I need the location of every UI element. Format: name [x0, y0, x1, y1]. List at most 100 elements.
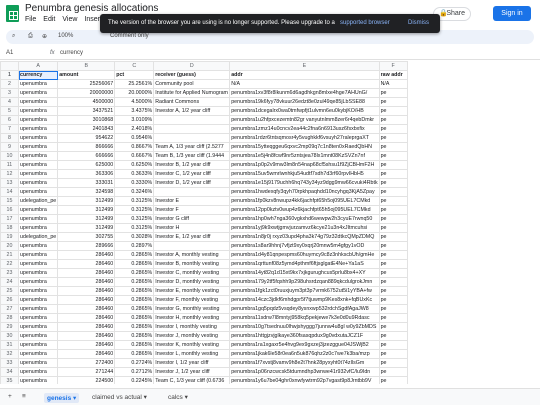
dismiss-button[interactable]: Dismiss [408, 14, 429, 33]
table-cell[interactable]: upenumbra [17, 97, 59, 107]
table-cell[interactable]: penumbra1zmz14u0cncv2ea44c2fna6n6913usz6… [229, 124, 380, 134]
table-cell[interactable]: pe [378, 196, 408, 206]
table-cell[interactable]: penumbra1e5j4n8fcwf9nr5zntsjea78lx1mnt08… [229, 151, 380, 161]
table-cell[interactable]: 286460 [57, 259, 116, 269]
table-cell[interactable]: upenumbra [17, 160, 59, 170]
table-cell[interactable]: 286460 [57, 277, 116, 287]
table-cell[interactable]: 0.2897% [114, 241, 155, 251]
table-cell[interactable]: Investor E, monthly vesting [153, 286, 231, 296]
row-number[interactable]: 13 [0, 178, 19, 188]
table-cell[interactable]: Investor D, monthly vesting [153, 277, 231, 287]
table-cell[interactable]: penumbra19k6fyy78vkuur26edzt8e0zul49qe85… [229, 97, 380, 107]
row-number[interactable]: 21 [0, 250, 19, 260]
table-cell[interactable]: 666666 [57, 151, 116, 161]
row-number[interactable]: 16 [0, 205, 19, 215]
table-cell[interactable]: pe [378, 367, 408, 377]
column-title-cell[interactable]: addr [229, 70, 380, 80]
table-cell[interactable]: penumbra1dcegalrx0wa0tmfwpfjt1ulvmn6eu0k… [229, 106, 380, 116]
table-cell[interactable]: upenumbra [17, 79, 59, 89]
table-cell[interactable]: 0.2712% [114, 367, 155, 377]
table-cell[interactable]: pe [378, 169, 408, 179]
row-number[interactable]: 28 [0, 313, 19, 323]
table-cell[interactable]: penumbra1gq5pqdz5vsqdey8ysnxwp532rdchSgd… [229, 304, 380, 314]
table-cell[interactable]: pe [378, 133, 408, 143]
table-cell[interactable]: Investor D, 1/2 year cliff [153, 178, 231, 188]
sheet-grid[interactable]: ABCDEF 1 currency amount pct receiver (guess… [0, 61, 540, 384]
table-cell[interactable]: 0.6667% [114, 151, 155, 161]
table-cell[interactable]: upenumbra [17, 88, 59, 98]
table-cell[interactable]: penumbra1d4y81qnpespms60huymcy9c8z3nhksc… [229, 250, 380, 260]
table-cell[interactable]: Team A, 1/3 year cliff (2.5277 [153, 142, 231, 152]
table-cell[interactable]: pe [378, 322, 408, 332]
table-cell[interactable]: 25.2561% [114, 79, 155, 89]
table-cell[interactable]: penumbra179y2tf5fqshh9p298uhsrdzqan889qk… [229, 277, 380, 287]
table-cell[interactable]: Team B, 1/3 year cliff (1.9444 [153, 151, 231, 161]
table-cell[interactable]: 0.3246% [114, 187, 155, 197]
column-header[interactable]: A [17, 61, 59, 71]
table-cell[interactable]: 286460 [57, 295, 116, 305]
table-cell[interactable]: 286460 [57, 268, 116, 278]
row-number[interactable]: 35 [0, 376, 19, 384]
table-cell[interactable] [153, 241, 231, 251]
row-number[interactable]: 22 [0, 259, 19, 269]
table-cell[interactable]: upenumbra [17, 223, 59, 233]
row-number[interactable]: 17 [0, 214, 19, 224]
menu-item[interactable]: File [25, 16, 36, 26]
table-cell[interactable]: penumbra1fp0kzv8nwupz4kk6jachfpt65h5oj09… [229, 196, 380, 206]
table-cell[interactable]: upenumbra [17, 241, 59, 251]
table-cell[interactable]: upenumbra [17, 286, 59, 296]
table-cell[interactable]: 312499 [57, 214, 116, 224]
table-cell[interactable]: penumbra11sdrw7l8mntyj958kq5pekjewe7k3e0… [229, 313, 380, 323]
table-cell[interactable]: penumbra1p06nzcwcsk5tdumndhp3wnwe41r932v… [229, 367, 380, 377]
add-sheet-icon[interactable]: + [8, 393, 12, 400]
table-cell[interactable]: pe [378, 268, 408, 278]
table-cell[interactable]: penumbra1f7xvstj8vamv9h8e2t7hnk28pyxyht0… [229, 358, 380, 368]
table-cell[interactable]: 286460 [57, 286, 116, 296]
table-cell[interactable]: pe [378, 142, 408, 152]
table-cell[interactable]: 0.6250% [114, 160, 155, 170]
table-cell[interactable]: pe [378, 124, 408, 134]
row-number[interactable]: 23 [0, 268, 19, 278]
menu-item[interactable]: View [62, 16, 77, 26]
table-cell[interactable]: Investor H, monthly vesting [153, 313, 231, 323]
table-cell[interactable]: penumbra1rdzr6tntsqmosr4y5vughkkf6vsuyh2… [229, 133, 380, 143]
table-cell[interactable]: pe [378, 178, 408, 188]
table-cell[interactable]: 0.3125% [114, 205, 155, 215]
table-cell[interactable]: pe [378, 88, 408, 98]
table-cell[interactable]: Investor I, 1/2 year cliff [153, 358, 231, 368]
table-cell[interactable]: penumbra14yt82q1d15xt9kx7xjkgurughcus5pr… [229, 268, 380, 278]
table-cell[interactable]: pe [378, 259, 408, 269]
table-cell[interactable]: pe [378, 349, 408, 359]
star-icon[interactable]: ☆ [141, 3, 149, 14]
table-cell[interactable]: 286460 [57, 331, 116, 341]
table-cell[interactable]: 312499 [57, 223, 116, 233]
zoom-level[interactable]: 100% [58, 33, 73, 39]
table-cell[interactable]: udelegation_pe [17, 196, 59, 206]
column-title-cell[interactable]: receiver (guess) [153, 70, 231, 80]
table-cell[interactable]: Investor A, 1/2 year cliff [153, 106, 231, 116]
row-number[interactable]: 29 [0, 322, 19, 332]
row-number[interactable]: 18 [0, 223, 19, 233]
table-cell[interactable]: 0.2865% [114, 259, 155, 269]
table-cell[interactable]: Institute for Applied Numogram [153, 88, 231, 98]
table-cell[interactable]: 0.3028% [114, 232, 155, 242]
table-cell[interactable]: 286460 [57, 250, 116, 260]
table-cell[interactable] [153, 115, 231, 125]
sheets-logo-icon[interactable] [6, 5, 19, 22]
row-number[interactable]: 31 [0, 340, 19, 350]
table-cell[interactable]: 0.2865% [114, 331, 155, 341]
row-number[interactable]: 4 [0, 97, 19, 107]
zoom-icon[interactable]: ⊕ [42, 33, 47, 40]
table-cell[interactable]: pe [378, 160, 408, 170]
table-cell[interactable]: upenumbra [17, 151, 59, 161]
table-cell[interactable]: upenumbra [17, 322, 59, 332]
table-cell[interactable]: udelegation_pe [17, 232, 59, 242]
table-cell[interactable]: pe [378, 313, 408, 323]
table-cell[interactable]: 0.2724% [114, 358, 155, 368]
table-cell[interactable]: 286460 [57, 349, 116, 359]
table-cell[interactable]: pe [378, 115, 408, 125]
table-cell[interactable]: N/A [229, 79, 380, 89]
table-cell[interactable]: upenumbra [17, 142, 59, 152]
table-cell[interactable]: 286460 [57, 304, 116, 314]
table-cell[interactable]: upenumbra [17, 133, 59, 143]
